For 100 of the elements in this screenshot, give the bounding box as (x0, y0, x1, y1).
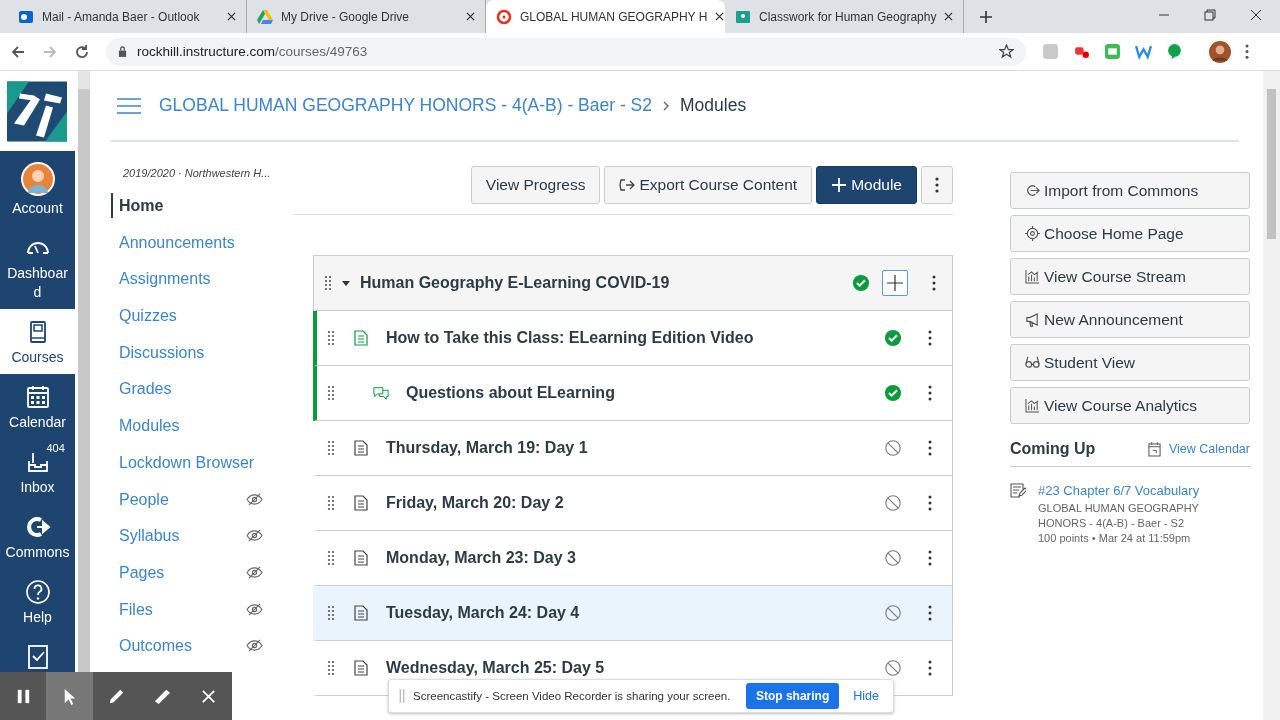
close-icon[interactable] (715, 12, 725, 21)
course-nav-link[interactable]: Pages (111, 559, 165, 585)
sidebar-button[interactable]: View Course Analytics (1010, 387, 1250, 424)
breadcrumb-link[interactable]: GLOBAL HUMAN GEOGRAPHY HONORS - 4(A-B) - Baer - S2 (159, 95, 653, 116)
view-calendar-link[interactable]: View Calendar (1168, 442, 1250, 456)
profile-avatar[interactable] (1209, 40, 1231, 63)
course-nav-link[interactable]: Assignments (111, 266, 211, 292)
star-icon[interactable] (999, 44, 1014, 59)
assignment-icon (1010, 483, 1026, 499)
unpublished-icon[interactable] (884, 549, 902, 567)
nav-item[interactable]: Courses (0, 309, 75, 374)
module-item[interactable]: Monday, March 23: Day 3 (313, 531, 952, 586)
sidebar-button[interactable]: Import from Commons (1010, 172, 1250, 209)
calendar-icon[interactable] (1147, 441, 1161, 457)
browser-tab[interactable]: GLOBAL HUMAN GEOGRAPHY H (486, 0, 725, 33)
close-icon[interactable] (227, 12, 236, 21)
drag-handle-icon[interactable] (327, 330, 335, 346)
reload-icon[interactable] (74, 43, 90, 60)
megaphone-icon (1025, 312, 1040, 327)
module-header[interactable]: Human Geography E-Learning COVID-19 (314, 256, 952, 311)
nav-item[interactable]: Commons (0, 504, 75, 569)
module-item[interactable]: Questions about ELearning (313, 366, 952, 421)
course-nav-link[interactable]: Discussions (111, 339, 205, 365)
scrollbar[interactable] (1263, 71, 1280, 720)
nav-item[interactable]: Account (0, 151, 75, 225)
drag-handle-icon[interactable] (327, 385, 335, 401)
module-item-title[interactable]: Thursday, March 19: Day 1 (386, 439, 588, 457)
browser-tab[interactable]: Mail - Amanda Baer - Outlook (8, 0, 247, 33)
address-field[interactable]: rockhill.instructure.com/courses/49763 (106, 37, 1026, 66)
nav-item[interactable]: 404 Inbox (0, 439, 75, 504)
course-nav-link[interactable]: Announcements (111, 229, 235, 255)
course-nav-link[interactable]: Modules (111, 413, 180, 439)
pointer-button[interactable] (46, 672, 93, 720)
nav-item[interactable]: Dashboard (0, 225, 75, 309)
course-nav-link[interactable]: Outcomes (111, 633, 192, 659)
close-icon[interactable] (1250, 9, 1262, 21)
course-nav-link[interactable]: Quizzes (111, 303, 177, 329)
target-icon (1025, 226, 1040, 241)
module-item-title[interactable]: Monday, March 23: Day 3 (386, 549, 576, 567)
module-item-title[interactable]: Wednesday, March 25: Day 5 (386, 659, 605, 677)
drag-handle-icon[interactable] (327, 495, 335, 511)
view-progress-button[interactable]: View Progress (470, 166, 601, 204)
module-item-title[interactable]: Questions about ELearning (406, 384, 615, 402)
course-nav-link[interactable]: Home (111, 193, 164, 218)
grip-icon[interactable] (399, 689, 405, 703)
module-item[interactable]: Friday, March 20: Day 2 (313, 476, 952, 531)
more-icon[interactable] (928, 605, 932, 621)
browser-tab[interactable]: Classwork for Human Geography (725, 0, 964, 33)
module-item[interactable]: Tuesday, March 24: Day 4 (313, 586, 952, 641)
unpublished-icon[interactable] (884, 439, 902, 457)
nav-item[interactable]: Calendar (0, 374, 75, 439)
drag-handle-icon[interactable] (324, 275, 332, 291)
module-item[interactable]: Thursday, March 19: Day 1 (313, 421, 952, 476)
sidebar-button[interactable]: New Announcement (1010, 301, 1250, 338)
more-icon[interactable] (928, 550, 932, 566)
stop-sharing-button[interactable]: Stop sharing (745, 683, 840, 709)
assignment-link[interactable]: #23 Chapter 6/7 Vocabulary (1038, 483, 1250, 498)
more-icon[interactable] (928, 385, 932, 401)
course-nav-link[interactable]: People (111, 486, 169, 512)
module-item-title[interactable]: Tuesday, March 24: Day 4 (386, 604, 580, 622)
extension-icon[interactable] (1166, 43, 1183, 60)
module-item[interactable]: How to Take this Class: ELearning Edition Video (313, 311, 952, 366)
unpublished-icon[interactable] (884, 659, 902, 677)
nav-item[interactable]: Help (0, 569, 75, 634)
course-nav-link[interactable]: Lockdown Browser (111, 449, 255, 475)
scrollbar[interactable] (78, 71, 90, 669)
more-icon[interactable] (928, 440, 932, 456)
export-button[interactable]: Export Course Content (604, 166, 813, 204)
caret-icon[interactable] (342, 279, 350, 287)
more-icon[interactable] (932, 275, 936, 291)
module-item-title[interactable]: How to Take this Class: ELearning Edition Video (386, 329, 754, 347)
sidebar-button[interactable]: View Course Stream (1010, 258, 1250, 295)
more-icon[interactable] (928, 330, 932, 346)
drag-handle-icon[interactable] (327, 440, 335, 456)
drag-handle-icon[interactable] (327, 660, 335, 676)
close-icon[interactable] (944, 12, 954, 21)
course-nav-link[interactable]: Files (111, 596, 153, 622)
module-item-title[interactable]: Friday, March 20: Day 2 (386, 494, 564, 512)
add-module-button[interactable]: Module (816, 166, 917, 204)
published-icon[interactable] (884, 329, 902, 347)
drag-handle-icon[interactable] (327, 550, 335, 566)
restore-icon[interactable] (1204, 9, 1216, 21)
logo-drawing[interactable] (0, 71, 75, 151)
unpublished-icon[interactable] (884, 494, 902, 512)
unpublished-icon[interactable] (884, 604, 902, 622)
new-tab-icon[interactable] (980, 11, 992, 23)
course-nav-link[interactable]: Grades (111, 376, 172, 402)
sidebar-button[interactable]: Choose Home Page (1010, 215, 1250, 252)
back-icon[interactable] (10, 43, 26, 60)
drag-handle-icon[interactable] (327, 605, 335, 621)
published-icon[interactable] (884, 384, 902, 402)
menu-icon[interactable] (1245, 44, 1249, 59)
extension-icon[interactable] (1135, 43, 1152, 60)
add-item-button[interactable] (882, 270, 908, 296)
more-icon[interactable] (928, 660, 932, 676)
published-icon[interactable] (852, 274, 870, 292)
close-icon[interactable] (466, 12, 475, 21)
course-nav-link[interactable]: Syllabus (111, 523, 180, 549)
sidebar-button[interactable]: Student View (1010, 344, 1250, 381)
more-icon[interactable] (928, 495, 932, 511)
